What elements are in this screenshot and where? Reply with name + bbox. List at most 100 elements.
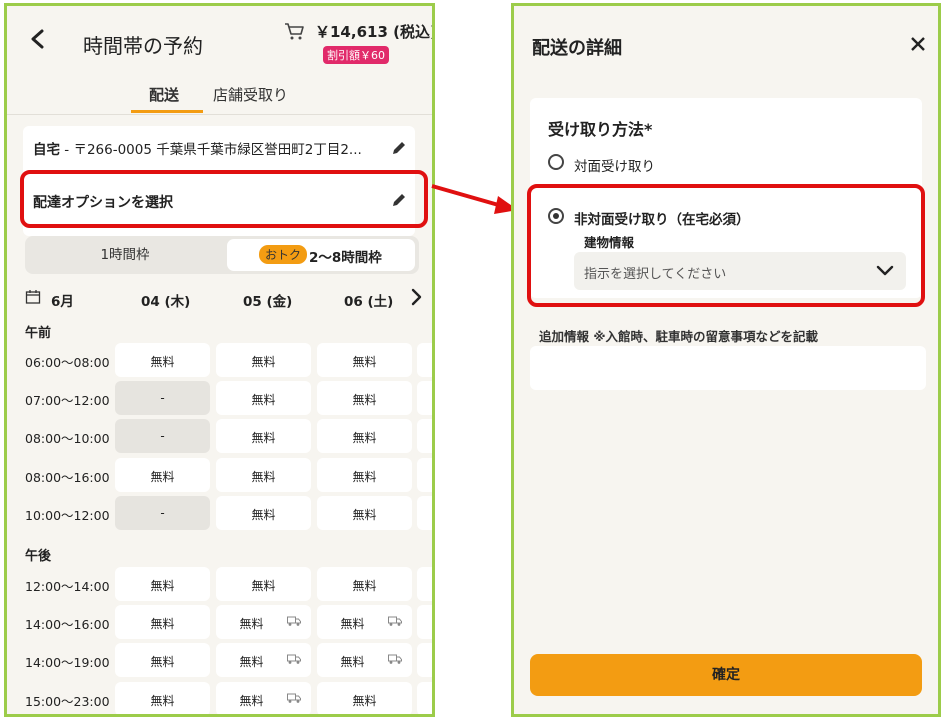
slot-price: 無料 — [352, 507, 377, 522]
truck-icon — [287, 654, 301, 665]
slot-free[interactable]: 無料 — [216, 495, 311, 530]
slot-free[interactable]: 無料 — [317, 495, 412, 530]
slot-price: 無料 — [251, 507, 276, 522]
slot-next-column[interactable] — [417, 457, 432, 492]
slot-next-column[interactable] — [417, 495, 432, 530]
slot-next-column[interactable] — [417, 419, 432, 454]
day-header: 04 (木) — [141, 294, 191, 310]
slot-price: - — [160, 505, 165, 520]
delivery-tabs: 配送 店舗受取り — [7, 72, 432, 115]
tab-delivery[interactable]: 配送 — [149, 84, 179, 105]
slot-free[interactable]: 無料 — [317, 457, 412, 492]
time-slot-label: 15:00〜23:00 — [25, 693, 110, 709]
edit-address-pencil-icon[interactable] — [391, 140, 407, 156]
header: 時間帯の予約 ￥14,613 (税込) 割引額￥60 — [7, 6, 432, 72]
time-slot-label: 07:00〜12:00 — [25, 393, 110, 409]
slot-unavailable: - — [115, 495, 210, 530]
slot-free[interactable]: 無料 — [317, 381, 412, 416]
slot-free[interactable]: 無料 — [216, 457, 311, 492]
time-slot-label: 12:00〜14:00 — [25, 579, 110, 594]
slot-free[interactable]: 無料 — [317, 605, 412, 640]
slot-next-column[interactable] — [417, 343, 432, 377]
flow-arrow — [431, 184, 518, 214]
address-prefix: 自宅 — [33, 142, 60, 158]
slot-price: 無料 — [150, 579, 175, 593]
slot-next-column[interactable] — [417, 681, 432, 714]
slot-next-column[interactable] — [417, 643, 432, 678]
slot-free[interactable]: 無料 — [216, 567, 311, 601]
slot-next-column[interactable] — [417, 567, 432, 601]
confirm-button[interactable]: 確定 — [530, 654, 922, 696]
slot-price: 無料 — [352, 393, 377, 408]
highlight-box-contactless — [527, 184, 925, 307]
receive-method-label: 受け取り方法* — [548, 120, 653, 139]
slot-free[interactable]: 無料 — [216, 605, 311, 640]
time-slot-label: 08:00〜10:00 — [25, 431, 110, 447]
slot-free[interactable]: 無料 — [317, 419, 412, 454]
tab-store-pickup[interactable]: 店舗受取り — [213, 84, 288, 105]
section-am: 午前 — [25, 326, 52, 341]
time-slot-screen: 時間帯の予約 ￥14,613 (税込) 割引額￥60 配送 店舗受取り 自宅 -… — [4, 3, 435, 717]
slot-free[interactable]: 無料 — [216, 681, 311, 714]
toggle-range[interactable]: おトク 2〜8時間枠 — [227, 239, 415, 271]
close-icon[interactable] — [910, 36, 926, 52]
address-line[interactable]: 自宅 - 〒266-0005 千葉県千葉市緑区誉田町2丁目2... — [33, 138, 362, 158]
page-title: 配送の詳細 — [532, 38, 622, 59]
highlight-box-option — [20, 170, 428, 228]
time-slot-label: 14:00〜19:00 — [25, 655, 110, 671]
section-pm: 午後 — [25, 549, 52, 564]
slot-unavailable: - — [115, 381, 210, 416]
slot-price: 無料 — [340, 655, 365, 670]
slot-price: 無料 — [150, 655, 175, 670]
slot-free[interactable]: 無料 — [115, 457, 210, 492]
slot-price: 無料 — [150, 355, 175, 369]
time-slot-row: 08:00〜16:00 無料 無料 無料 — [7, 457, 432, 492]
time-slot-row: 06:00〜08:00 無料 無料 無料 — [7, 343, 432, 377]
day-header: 06 (土) — [344, 294, 394, 310]
slot-free[interactable]: 無料 — [115, 681, 210, 714]
cart-icon[interactable] — [283, 20, 305, 42]
slot-free[interactable]: 無料 — [216, 381, 311, 416]
slot-price: 無料 — [150, 617, 175, 632]
delivery-detail-screen: 配送の詳細 受け取り方法* 対面受け取り 非対面受け取り（在宅必須） 建物情報 … — [511, 3, 941, 717]
time-slot-row: 10:00〜12:00 - 無料 無料 — [7, 495, 432, 530]
slot-price: 無料 — [352, 469, 377, 484]
slot-free[interactable]: 無料 — [115, 605, 210, 640]
radio-face-to-face[interactable] — [548, 154, 564, 170]
slot-price: 無料 — [251, 393, 276, 408]
slot-price: 無料 — [251, 469, 276, 484]
slot-price: 無料 — [352, 579, 377, 593]
back-arrow-icon[interactable] — [27, 28, 49, 50]
time-slot-label: 14:00〜16:00 — [25, 617, 110, 633]
slot-free[interactable]: 無料 — [115, 343, 210, 377]
slot-free[interactable]: 無料 — [317, 681, 412, 714]
calendar-header: 6月 04 (木) 05 (金) 06 (土) — [7, 286, 432, 314]
time-slot-row: 14:00〜16:00 無料 無料 無料 — [7, 605, 432, 640]
time-slot-row: 08:00〜10:00 - 無料 無料 — [7, 419, 432, 454]
slot-price: 無料 — [251, 579, 276, 593]
truck-icon — [287, 693, 301, 703]
slot-free[interactable]: 無料 — [216, 343, 311, 377]
slot-free[interactable]: 無料 — [216, 419, 311, 454]
radio-face-to-face-label[interactable]: 対面受け取り — [574, 155, 655, 175]
time-slot-row: 14:00〜19:00 無料 無料 無料 — [7, 643, 432, 678]
slot-price: 無料 — [150, 469, 175, 484]
slot-price: 無料 — [251, 431, 276, 446]
extra-info-input[interactable] — [530, 346, 926, 390]
truck-icon — [388, 616, 402, 627]
toggle-one-hour[interactable]: 1時間枠 — [25, 236, 225, 274]
slot-free[interactable]: 無料 — [115, 643, 210, 678]
slot-next-column[interactable] — [417, 381, 432, 416]
slot-free[interactable]: 無料 — [216, 643, 311, 678]
slot-price: 無料 — [251, 355, 276, 369]
time-slot-label: 08:00〜16:00 — [25, 469, 110, 485]
slot-price: - — [160, 429, 165, 444]
toggle-range-label: 2〜8時間枠 — [309, 250, 382, 266]
chevron-right-icon[interactable] — [409, 288, 425, 306]
slot-free[interactable]: 無料 — [115, 567, 210, 601]
slot-next-column[interactable] — [417, 605, 432, 640]
slot-free[interactable]: 無料 — [317, 567, 412, 601]
slot-free[interactable]: 無料 — [317, 343, 412, 377]
slot-free[interactable]: 無料 — [317, 643, 412, 678]
discount-badge: 割引額￥60 — [323, 46, 389, 64]
